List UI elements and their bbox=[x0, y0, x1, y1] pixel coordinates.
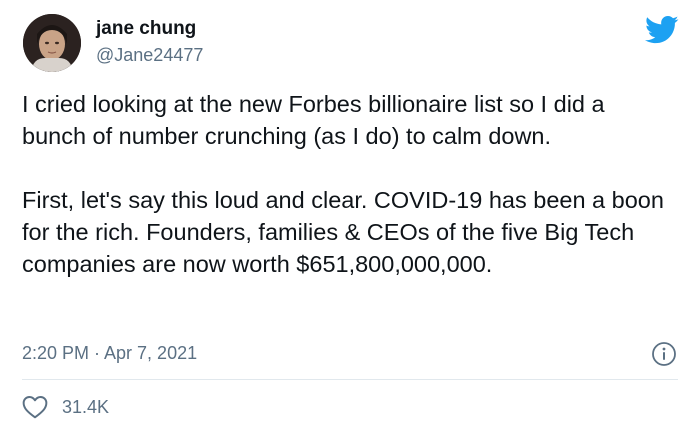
tweet-text: I cried looking at the new Forbes billio… bbox=[22, 88, 672, 280]
author-display-name[interactable]: jane chung bbox=[96, 18, 196, 40]
tweet-paragraph-1: I cried looking at the new Forbes billio… bbox=[22, 91, 605, 149]
tweet-paragraph-2: First, let's say this loud and clear. CO… bbox=[22, 187, 664, 277]
heart-icon[interactable] bbox=[22, 395, 48, 419]
avatar[interactable] bbox=[23, 14, 81, 72]
avatar-photo bbox=[23, 14, 81, 72]
twitter-bird-icon[interactable] bbox=[645, 15, 679, 45]
author-handle[interactable]: @Jane24477 bbox=[96, 44, 203, 66]
divider bbox=[22, 379, 678, 380]
info-icon[interactable] bbox=[651, 341, 677, 367]
tweet-card: jane chung @Jane24477 I cried looking at… bbox=[0, 0, 700, 433]
tweet-timestamp[interactable]: 2:20 PM · Apr 7, 2021 bbox=[22, 341, 197, 365]
like-count: 31.4K bbox=[62, 397, 110, 417]
like-button[interactable]: 31.4K bbox=[22, 393, 109, 421]
